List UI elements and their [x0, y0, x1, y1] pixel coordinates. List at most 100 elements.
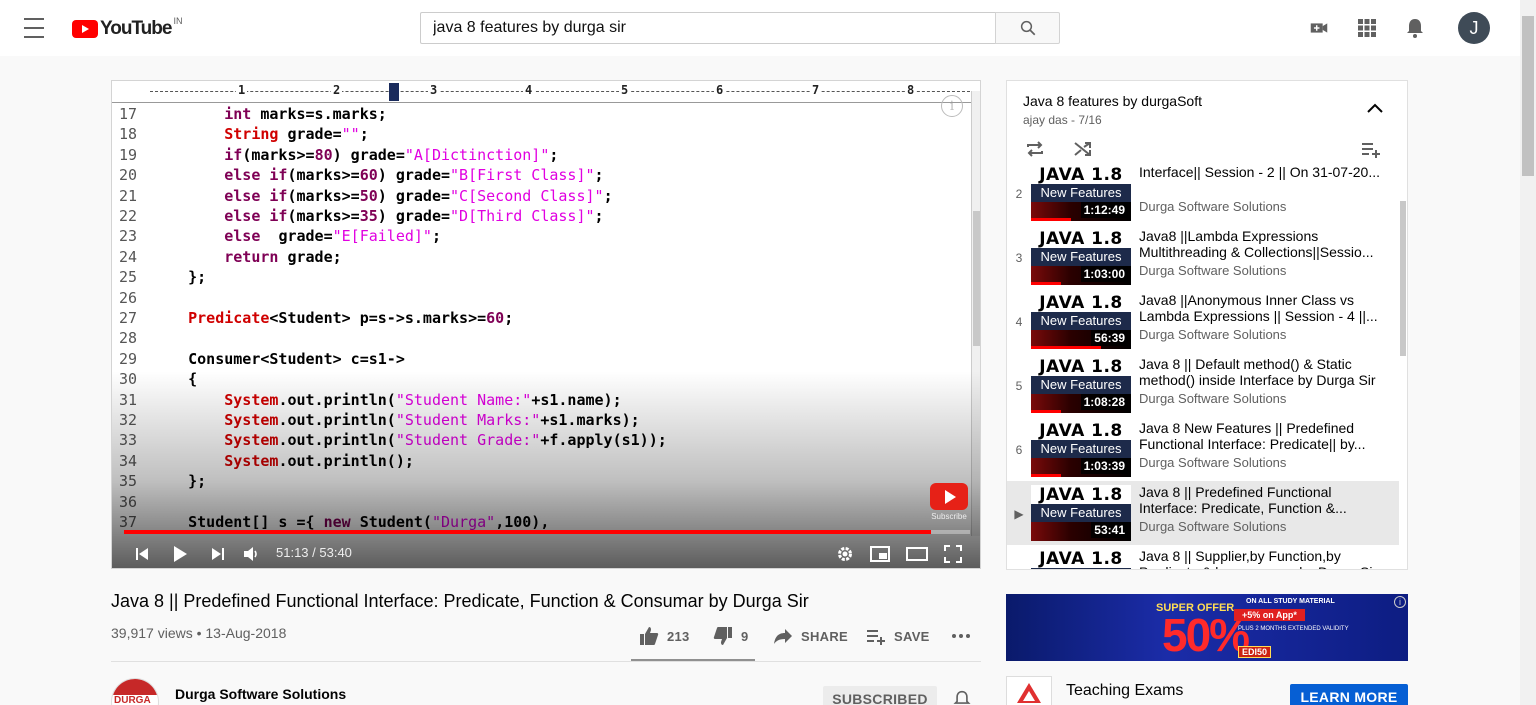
shuffle-icon[interactable]: [1071, 137, 1095, 161]
playlist-items: 2 JAVA 1.8 New Features 1:12:49 Interface|| …: [1007, 167, 1399, 569]
playlist-item-channel: Durga Software Solutions: [1139, 199, 1287, 214]
line-number: 31: [119, 390, 138, 409]
seek-bar-played: [124, 530, 932, 534]
video-view-count-date: 39,917 views • 13-Aug-2018: [111, 625, 287, 641]
seek-bar[interactable]: [124, 530, 970, 534]
playlist-scrollbar[interactable]: [1399, 167, 1407, 569]
next-icon[interactable]: [208, 542, 228, 566]
code-token: "": [341, 125, 360, 144]
playlist-item-index: 4: [1015, 315, 1023, 329]
learn-more-button[interactable]: LEARN MORE: [1290, 684, 1408, 705]
code-text: else if(marks>=60) grade="B[First Class]…: [152, 166, 603, 185]
search-icon: [1020, 20, 1035, 36]
playlist-item[interactable]: 2 JAVA 1.8 New Features 1:12:49 Interface|| …: [1007, 167, 1399, 225]
ad-banner[interactable]: SUPER OFFER 50% ON ALL STUDY MATERIAL +5…: [1006, 594, 1408, 661]
channel-bell-icon[interactable]: [953, 690, 971, 705]
play-icon[interactable]: [168, 542, 192, 566]
line-number: 19: [119, 145, 138, 164]
notifications-bell-icon[interactable]: [1403, 16, 1427, 40]
subscribe-watermark[interactable]: Subscribe: [929, 483, 969, 521]
masthead: YouTube IN J: [0, 0, 1520, 56]
playlist-item-thumbnail[interactable]: JAVA 1.8 New Features 53:41: [1031, 485, 1131, 541]
subscribed-button[interactable]: SUBSCRIBED: [823, 686, 937, 705]
playlist-title[interactable]: Java 8 features by durgaSoft: [1023, 93, 1202, 109]
info-card-icon[interactable]: i: [941, 95, 963, 117]
code-line: 30 {: [112, 370, 970, 390]
channel-avatar[interactable]: DURGA: [111, 678, 159, 705]
code-text: String grade="";: [152, 125, 369, 143]
more-actions-icon[interactable]: [951, 624, 971, 648]
save-button[interactable]: SAVE: [866, 624, 930, 648]
playlist-item[interactable]: ▶ JAVA 1.8 New Features 53:41 Java 8 || Pred…: [1007, 481, 1399, 545]
code-token: ;: [431, 227, 441, 246]
playlist-item-thumbnail[interactable]: JAVA 1.8 New Features 1:08:28: [1031, 357, 1131, 413]
search-button[interactable]: [995, 12, 1060, 44]
account-avatar[interactable]: J: [1458, 12, 1490, 44]
code-token: Student[] s ={: [152, 513, 324, 531]
video-player[interactable]: 1 2 3 4 5 6 7 8 17 int marks=s.marks; 18 …: [111, 80, 981, 569]
code-token: Consumer<Student> c=s1->: [152, 349, 405, 368]
playlist-item-thumbnail[interactable]: JAVA 1.8New Features: [1031, 549, 1131, 569]
previous-icon[interactable]: [132, 542, 152, 566]
menu-icon[interactable]: [24, 18, 48, 38]
collapse-chevron-icon[interactable]: [1365, 101, 1389, 121]
playlist-item-thumbnail[interactable]: JAVA 1.8 New Features 56:39: [1031, 293, 1131, 349]
search-box: [420, 12, 996, 44]
code-token: ;: [359, 125, 369, 144]
advertiser-logo[interactable]: [1006, 676, 1052, 705]
code-token: ) grade=: [377, 166, 451, 185]
ad-line-1: ON ALL STUDY MATERIAL: [1246, 598, 1335, 605]
channel-name[interactable]: Durga Software Solutions: [175, 686, 346, 702]
fullscreen-icon[interactable]: [942, 542, 964, 566]
playlist-item-title: Java 8 || Predefined Functional Interfac…: [1139, 484, 1347, 516]
thumbnail-title: JAVA 1.8: [1031, 293, 1131, 313]
line-number: 24: [119, 247, 138, 266]
code-line: 21 else if(marks>=50) grade="C[Second Cl…: [112, 187, 970, 207]
ruler-mark: 2: [331, 83, 343, 97]
code-token: ) grade=: [332, 145, 405, 164]
playlist-item-title: Interface|| Session - 2 || On 31-07-20..…: [1139, 167, 1381, 180]
page-scroll-thumb[interactable]: [1522, 16, 1534, 176]
share-button[interactable]: SHARE: [773, 624, 848, 648]
playlist-item[interactable]: 6 JAVA 1.8 New Features 1:03:39 Java 8 New F…: [1007, 417, 1399, 481]
code-text: Student[] s ={ new Student("Durga",100),: [152, 513, 549, 531]
playlist-item[interactable]: 4 JAVA 1.8 New Features 56:39 Java8 ||Anonym…: [1007, 289, 1399, 353]
playlist-item-title: Java 8 || Supplier,by Function,by Predic…: [1139, 548, 1377, 569]
playlist-item[interactable]: 8JAVA 1.8New FeaturesJava 8 || Supplier,…: [1007, 545, 1399, 569]
settings-gear-icon[interactable]: [834, 542, 856, 566]
playlist-item[interactable]: 5 JAVA 1.8 New Features 1:08:28 Java 8 || De…: [1007, 353, 1399, 417]
apps-icon[interactable]: [1355, 16, 1379, 40]
duration-badge: 1:03:00: [1080, 266, 1128, 282]
code-line: 22 else if(marks>=35) grade="D[Third Cla…: [112, 207, 970, 227]
page-scrollbar[interactable]: [1520, 0, 1536, 705]
youtube-logo[interactable]: YouTube IN: [72, 16, 182, 40]
create-video-icon[interactable]: [1307, 16, 1331, 40]
watched-progress: [1031, 346, 1101, 349]
miniplayer-icon[interactable]: [869, 542, 891, 566]
ruler-mark: 8: [905, 83, 917, 97]
search-input[interactable]: [421, 13, 996, 43]
playlist-item-thumbnail[interactable]: JAVA 1.8 New Features 1:03:39: [1031, 421, 1131, 477]
channel-avatar-text: DURGA: [114, 695, 151, 705]
ad-info-icon[interactable]: i: [1394, 596, 1406, 608]
thumbs-up-icon: [640, 627, 659, 645]
playlist-item[interactable]: 3 JAVA 1.8 New Features 1:03:00 Java8 ||Lamb…: [1007, 225, 1399, 289]
advertiser-title[interactable]: Teaching Exams: [1066, 682, 1183, 700]
dislike-button[interactable]: 9: [713, 624, 749, 648]
playlist-item-channel: Durga Software Solutions: [1139, 327, 1287, 342]
loop-playlist-icon[interactable]: [1023, 137, 1047, 161]
theater-mode-icon[interactable]: [905, 542, 929, 566]
code-text: Consumer<Student> c=s1->: [152, 350, 405, 368]
line-number: 28: [119, 329, 138, 348]
ruler-mark: 5: [619, 83, 631, 97]
playlist-item-thumbnail[interactable]: JAVA 1.8 New Features 1:12:49: [1031, 167, 1131, 221]
playlist-item-title: Java 8 New Features || Predefined Functi…: [1139, 420, 1366, 452]
save-playlist-icon[interactable]: [1359, 137, 1383, 161]
playlist-item-thumbnail[interactable]: JAVA 1.8 New Features 1:03:00: [1031, 229, 1131, 285]
thumbnail-subtitle: New Features: [1031, 440, 1131, 458]
like-button[interactable]: 213: [639, 624, 690, 648]
volume-icon[interactable]: [240, 542, 264, 566]
duration-badge: 1:03:39: [1080, 458, 1128, 474]
